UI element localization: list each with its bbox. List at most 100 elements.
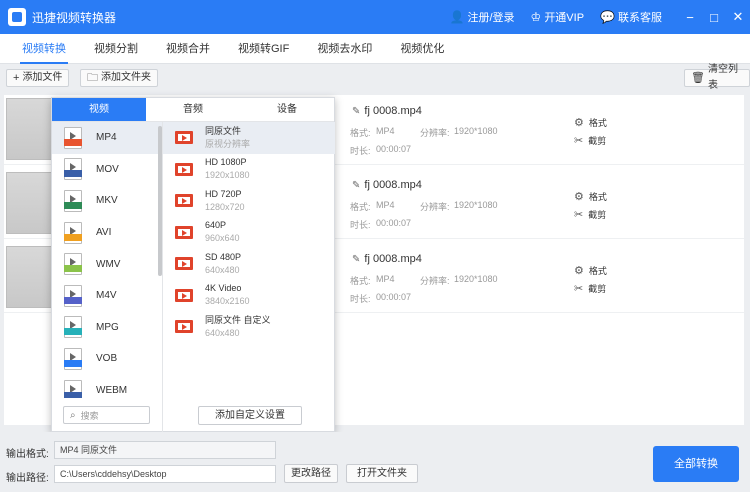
format-category-tabs: 视频 音频 设备 — [52, 98, 334, 122]
convert-all-button[interactable]: 全部转换 — [653, 446, 739, 482]
close-icon[interactable]: ✕ — [726, 9, 750, 25]
preset-item[interactable]: HD 720P 1280x720 — [163, 185, 335, 217]
edit-icon[interactable]: ✎ — [352, 254, 360, 265]
trim-action[interactable]: ✂ 截剪 — [574, 282, 606, 295]
format-item-label: MOV — [96, 163, 119, 175]
format-item-vob[interactable]: VOB — [52, 343, 162, 375]
file-name: ✎ fj 0008.mp4 — [352, 105, 422, 117]
preset-item[interactable]: 同原文件 自定义 640x480 — [163, 311, 335, 343]
file-name: ✎ fj 0008.mp4 — [352, 253, 422, 265]
format-action-label: 格式 — [588, 118, 607, 128]
edit-icon[interactable]: ✎ — [352, 106, 360, 117]
file-name: ✎ fj 0008.mp4 — [352, 179, 422, 191]
title-bar-actions: 👤 注册/登录 ♔ 开通VIP 💬 联系客服 − □ ✕ — [450, 0, 750, 34]
trim-action[interactable]: ✂ 截剪 — [574, 134, 606, 147]
add-folder-button[interactable]: 🗀 添加文件夹 — [80, 69, 158, 87]
preset-item[interactable]: 640P 960x640 — [163, 217, 335, 249]
format-action-label: 格式 — [588, 192, 607, 202]
format-item-mp4[interactable]: MP4 — [52, 122, 162, 154]
tab-video-formats[interactable]: 视频 — [52, 98, 146, 121]
gear-icon: ⚙ — [574, 191, 584, 203]
tab-video-convert[interactable]: 视频转换 — [10, 34, 78, 64]
mpg-file-icon — [64, 316, 82, 339]
preset-item[interactable]: 同原文件 原视分辨率 — [163, 122, 335, 154]
preset-item[interactable]: 4K Video 3840x2160 — [163, 280, 335, 312]
add-folder-label: 添加文件夹 — [101, 72, 151, 83]
duration-value: 00:00:07 — [376, 292, 412, 302]
format-label: 格式: — [350, 202, 371, 212]
crown-icon: ♔ — [530, 10, 542, 24]
tab-video-optimize[interactable]: 视频优化 — [388, 34, 456, 64]
tab-video-merge[interactable]: 视频合并 — [154, 34, 222, 64]
tab-video-split[interactable]: 视频分割 — [82, 34, 150, 64]
change-path-button[interactable]: 更改路径 — [284, 464, 338, 483]
format-item-label: WMV — [96, 258, 121, 270]
format-item-label: MKV — [96, 195, 118, 207]
resolution-value: 1920*1080 — [454, 274, 498, 284]
format-action[interactable]: ⚙ 格式 — [574, 190, 607, 203]
format-item-label: VOB — [96, 353, 118, 365]
preset-item[interactable]: SD 480P 640x480 — [163, 248, 335, 280]
add-file-button[interactable]: + 添加文件 — [6, 69, 70, 87]
format-action[interactable]: ⚙ 格式 — [574, 264, 607, 277]
add-custom-setting-button[interactable]: 添加自定义设置 — [198, 406, 302, 425]
tab-remove-watermark[interactable]: 视频去水印 — [305, 34, 384, 64]
title-bar: 迅捷视频转换器 👤 注册/登录 ♔ 开通VIP 💬 联系客服 − □ ✕ — [0, 0, 750, 34]
support-link[interactable]: 💬 联系客服 — [600, 9, 662, 25]
video-preset-icon — [175, 288, 193, 302]
format-search-input[interactable]: ⌕ 搜索 — [63, 406, 150, 424]
video-preset-icon — [175, 131, 193, 145]
wmv-file-icon — [64, 253, 82, 276]
format-item-m4v[interactable]: M4V — [52, 280, 162, 312]
tab-video-to-gif[interactable]: 视频转GIF — [226, 34, 301, 64]
user-icon: 👤 — [449, 10, 465, 24]
format-item-mpg[interactable]: MPG — [52, 312, 162, 344]
trim-action[interactable]: ✂ 截剪 — [574, 208, 606, 221]
format-label: 格式: — [350, 276, 371, 286]
file-name-text: fj 0008.mp4 — [364, 179, 422, 191]
preset-subtitle: 960x640 — [205, 233, 240, 244]
clear-list-button[interactable]: 🗑 清空列表 — [684, 64, 750, 91]
preset-item[interactable]: HD 1080P 1920x1080 — [163, 154, 335, 186]
preset-title: 4K Video — [205, 283, 242, 294]
video-preset-icon — [175, 320, 193, 334]
format-value: MP4 — [376, 274, 395, 284]
vob-file-icon — [64, 347, 82, 370]
output-path-field[interactable]: C:\Users\cddehsy\Desktop — [54, 465, 276, 483]
video-thumbnail — [6, 172, 56, 234]
maximize-icon[interactable]: □ — [702, 10, 726, 25]
preset-subtitle: 3840x2160 — [205, 296, 250, 307]
tab-audio-formats[interactable]: 音频 — [146, 98, 240, 121]
format-action-label: 格式 — [588, 266, 607, 276]
app-logo-icon — [8, 8, 26, 26]
open-folder-button[interactable]: 打开文件夹 — [346, 464, 418, 483]
output-format-select[interactable]: MP4 同原文件 — [54, 441, 276, 459]
search-placeholder: 搜索 — [80, 410, 99, 421]
format-value: MP4 — [376, 126, 395, 136]
gear-icon: ⚙ — [574, 117, 584, 129]
preset-subtitle: 原视分辨率 — [205, 138, 251, 149]
avi-file-icon — [64, 221, 82, 244]
minimize-icon[interactable]: − — [678, 10, 702, 25]
trim-action-label: 截剪 — [588, 284, 607, 294]
format-item-webm[interactable]: WEBM — [52, 375, 162, 398]
resolution-value: 1920*1080 — [454, 200, 498, 210]
folder-icon: 🗀 — [87, 72, 98, 84]
tab-device-formats[interactable]: 设备 — [240, 98, 334, 121]
trim-action-label: 截剪 — [588, 210, 607, 220]
format-item-mov[interactable]: MOV — [52, 154, 162, 186]
trim-action-label: 截剪 — [588, 136, 607, 146]
edit-icon[interactable]: ✎ — [352, 180, 360, 191]
vip-link[interactable]: ♔ 开通VIP — [531, 9, 585, 25]
format-list: MP4 MOV MKV AVI WMV M4V MPG VOB WEBM — [52, 122, 162, 398]
duration-value: 00:00:07 — [376, 144, 412, 154]
format-label: 格式: — [350, 128, 371, 138]
format-action[interactable]: ⚙ 格式 — [574, 116, 607, 129]
login-link[interactable]: 👤 注册/登录 — [450, 9, 515, 25]
preset-list: 同原文件 原视分辨率 HD 1080P 1920x1080 HD 720P 12… — [163, 122, 335, 352]
format-item-avi[interactable]: AVI — [52, 217, 162, 249]
resolution-label: 分辨率: — [420, 128, 450, 138]
scissors-icon: ✂ — [574, 135, 584, 147]
format-item-wmv[interactable]: WMV — [52, 248, 162, 280]
format-item-mkv[interactable]: MKV — [52, 185, 162, 217]
